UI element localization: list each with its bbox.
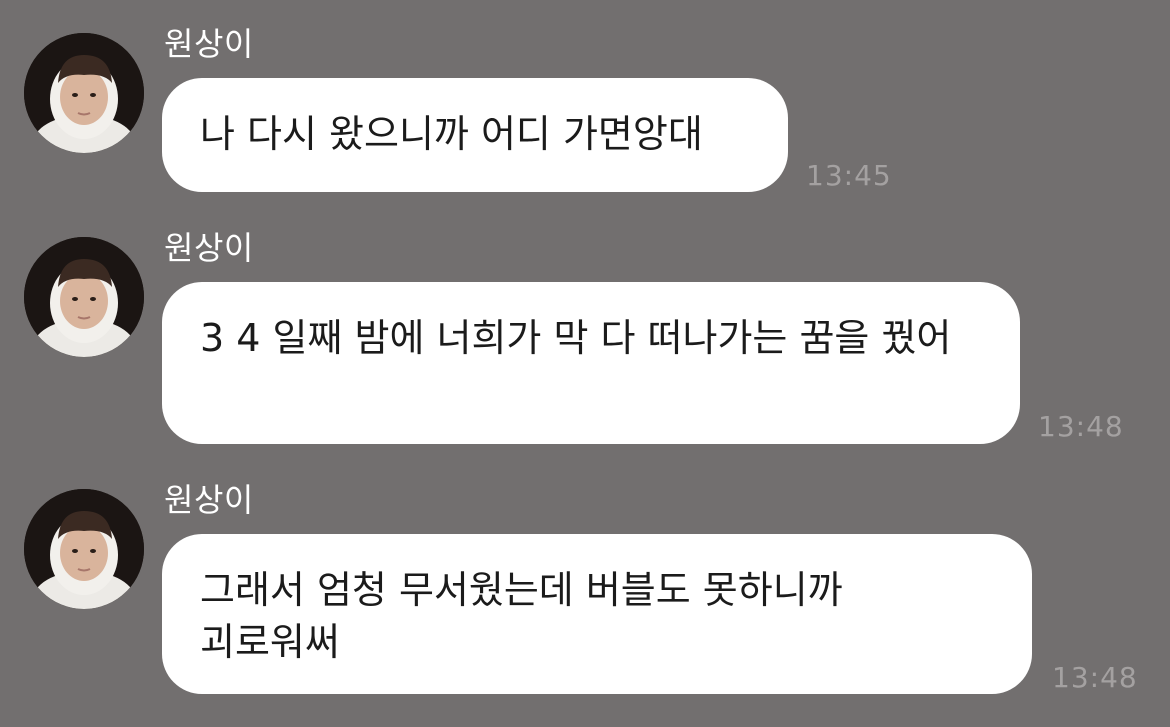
sender-name: 원상이 [164,481,254,519]
profile-photo-icon [24,489,144,609]
message-row: 원상이 그래서 엄청 무서웠는데 버블도 못하니까 괴로워써 13:48 [0,0,1170,727]
message-timestamp: 13:48 [1052,661,1138,694]
message-text: 그래서 엄청 무서웠는데 버블도 못하니까 괴로워써 [200,568,843,664]
message-bubble[interactable]: 그래서 엄청 무서웠는데 버블도 못하니까 괴로워써 [162,534,1032,694]
avatar[interactable] [24,489,144,609]
